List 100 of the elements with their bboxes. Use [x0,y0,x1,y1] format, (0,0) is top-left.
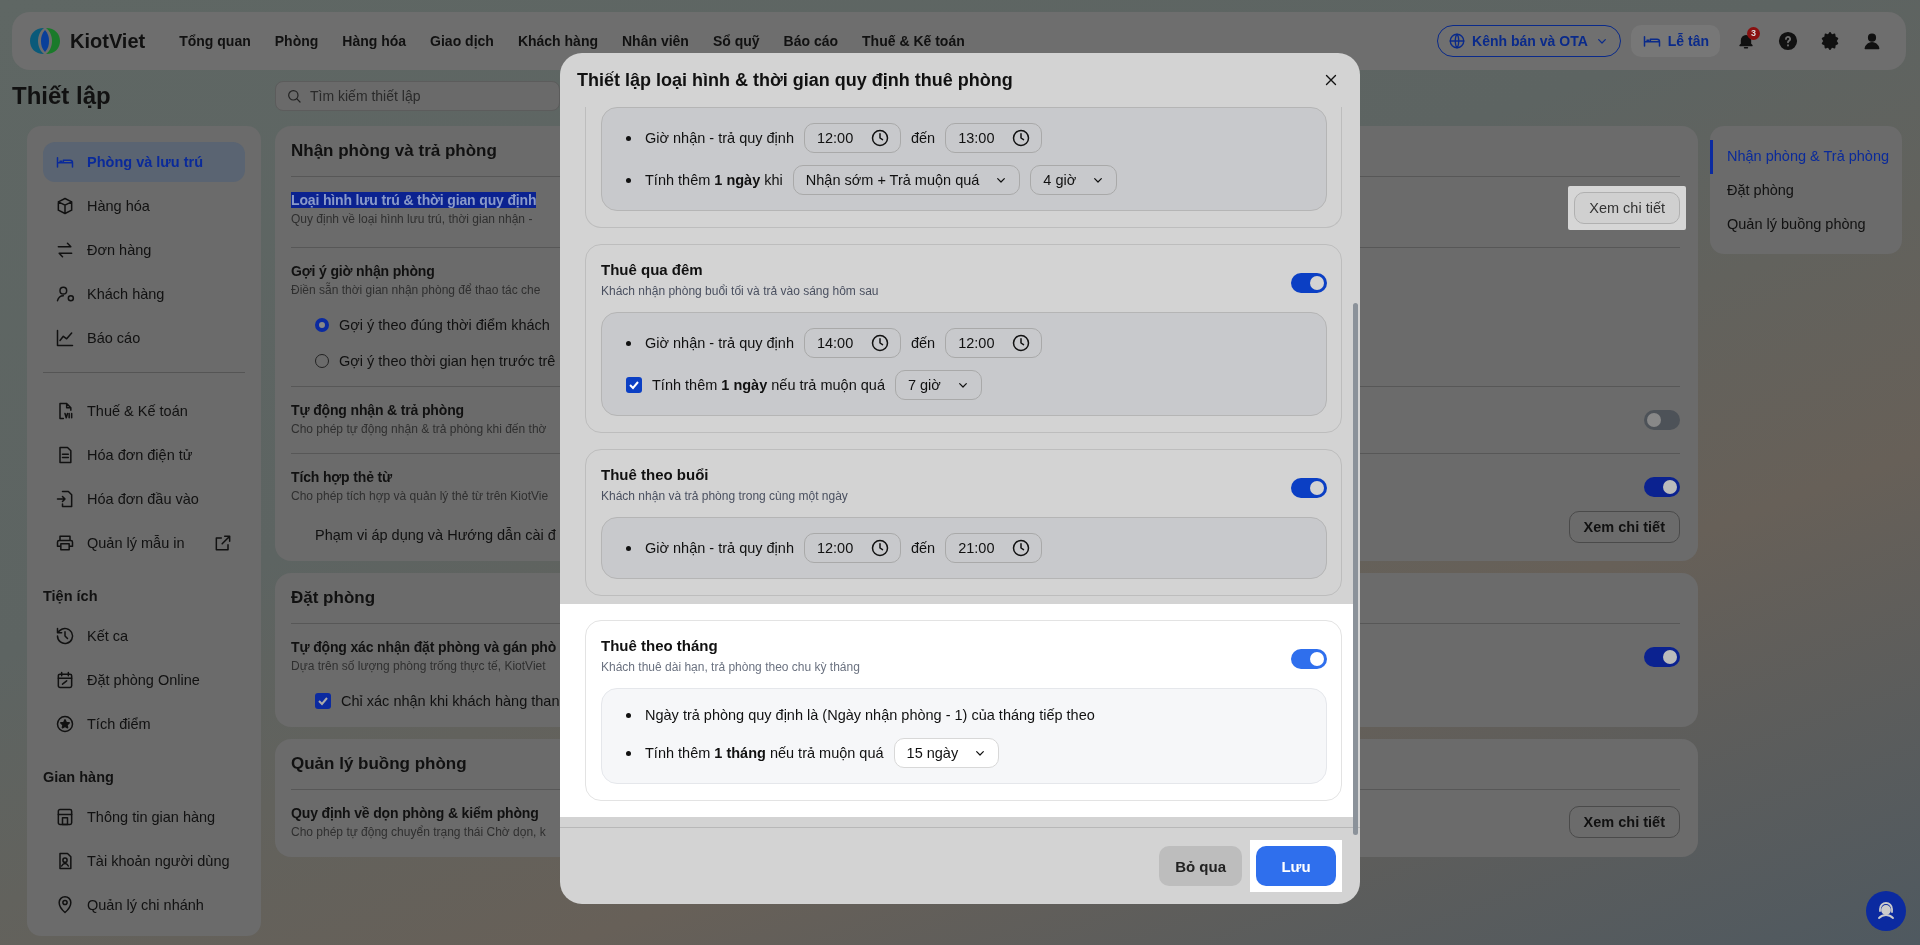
checkbox[interactable] [315,693,331,709]
clock-icon [1011,128,1032,148]
sidebar-item[interactable]: Tích điểm [43,704,245,744]
logo-icon [28,26,62,56]
import-icon [55,489,75,509]
sidebar-item[interactable]: Hóa đơn đầu vào [43,479,245,519]
save-button[interactable]: Lưu [1256,846,1336,886]
dropdown[interactable]: 7 giờ [894,370,982,400]
dropdown[interactable]: 4 giờ [1030,165,1118,195]
card-description: Khách nhận phòng buổi tối và trả vào sáng hôm sau [601,284,879,298]
help-icon[interactable] [1778,31,1798,51]
sidebar-item[interactable]: Tài khoản người dùng [43,841,245,881]
sidebar-item[interactable]: Hàng hóa [43,186,245,226]
card-title: Thuê theo buổi [601,466,710,483]
nav-link[interactable]: Khách hàng [517,33,598,49]
sidebar-item[interactable]: Đơn hàng [43,230,245,270]
time-field[interactable]: 13:00 [945,123,1043,153]
card-description: Khách thuê dài hạn, trả phòng theo chu kỳ tháng [601,660,860,674]
card-title: Thuê theo tháng [601,637,719,654]
search-box[interactable]: Tìm kiếm thiết lập [275,81,560,111]
sidebar-item[interactable]: Quản lý chi nhánh [43,885,245,925]
radio-button[interactable] [315,318,329,332]
user-icon[interactable] [1862,31,1882,51]
toggle-switch[interactable] [1644,410,1680,430]
channel-button[interactable]: Kênh bán và OTA [1437,25,1621,57]
scrollbar[interactable] [1353,303,1358,835]
chart-icon [55,328,75,348]
rule-label: Tính thêm 1 ngày nếu trả muộn quá [652,377,885,393]
nav-link[interactable]: Nhân viên [622,33,689,49]
view-details-button[interactable]: Xem chi tiết [1574,192,1680,224]
sidebar-item[interactable]: Quản lý mẫu in [43,523,245,563]
time-field[interactable]: 14:00 [803,328,901,358]
checkbox[interactable] [626,377,642,393]
bullet-icon [626,750,631,756]
nav-link[interactable]: Hàng hóa [342,33,407,49]
setting-title: Tự động nhận & trả phòng [291,402,464,418]
sidebar-item[interactable]: Thông tin gian hàng [43,797,245,837]
bullet-icon [626,545,631,551]
toggle-switch[interactable] [1644,477,1680,497]
radio-label: Gợi ý theo đúng thời điểm khách [339,317,550,333]
setting-description: Cho phép tích hợp và quản lý thẻ từ trên KiotVie [291,489,550,503]
setting-title: Tích hợp thẻ từ [291,469,393,485]
toggle-switch[interactable] [1644,647,1680,667]
bullet-icon [626,712,631,718]
clock-icon [869,333,890,353]
sidebar-item[interactable]: Khách hàng [43,274,245,314]
checkbox-label: Chỉ xác nhận khi khách hàng than [341,693,560,709]
sidebar-item[interactable]: Kết ca [43,616,245,656]
setting-title: Loại hình lưu trú & thời gian quy định [291,192,537,208]
bell-icon[interactable] [1737,32,1755,50]
box-icon [55,196,75,216]
sidebar-item[interactable]: Thuế & Kế toán [43,391,245,431]
clock-icon [869,538,890,558]
search-icon [286,88,302,104]
page-title: Thiết lập [12,82,112,110]
setting-title: Quy định về dọn phòng & kiểm phòng [291,805,539,821]
nav-link[interactable]: Sổ quỹ [712,33,760,49]
nav-link[interactable]: Giao dịch [430,33,494,49]
nav-link[interactable]: Tổng quan [179,33,251,49]
brand-name: KiotViet [70,29,146,53]
settings-icon[interactable] [1820,31,1840,51]
toggle-switch[interactable] [1291,273,1327,293]
printer-icon [55,533,75,553]
rule-label: Giờ nhận - trả quy định [645,130,794,146]
nav-link[interactable]: Báo cáo [783,33,839,49]
clock-icon [869,128,890,148]
toggle-switch[interactable] [1291,649,1327,669]
search-field[interactable]: Tìm kiếm thiết lập [308,87,549,105]
view-details-button[interactable]: Xem chi tiết [1568,806,1680,838]
time-field[interactable]: 21:00 [945,533,1043,563]
rule-label: đến [910,540,936,556]
sidebar-item[interactable]: Phòng và lưu trú [43,142,245,182]
view-details-button[interactable]: Xem chi tiết [1568,511,1680,543]
reception-button[interactable]: Lễ tân [1630,25,1720,57]
toggle-switch[interactable] [1291,478,1327,498]
toc-link[interactable]: Nhận phòng & Trả phòng [1710,140,1890,174]
sidebar-item[interactable]: Báo cáo [43,318,245,358]
sidebar-item[interactable]: Đặt phòng Online [43,660,245,700]
cancel-button[interactable]: Bỏ qua [1159,846,1242,886]
time-field[interactable]: 12:00 [803,123,901,153]
clock-icon [1011,538,1032,558]
nav-link[interactable]: Thuế & Kế toán [862,33,965,49]
person-icon [55,284,75,304]
time-field[interactable]: 12:00 [803,533,901,563]
rule-label: đến [910,335,936,351]
bullet-icon [626,135,631,141]
toc-link[interactable]: Quản lý buồng phòng [1710,208,1890,242]
nav-link[interactable]: Phòng [274,33,319,49]
card-description: Khách nhận và trả phòng trong cùng một ngày [601,489,848,503]
rule-label: Giờ nhận - trả quy định [645,540,794,556]
dropdown[interactable]: 15 ngày [893,738,1000,768]
sidebar-item[interactable]: Hóa đơn điện tử [43,435,245,475]
dropdown[interactable]: Nhận sớm + Trả muộn quá [792,165,1021,195]
toc-link[interactable]: Đặt phòng [1710,174,1890,208]
setting-description: Cho phép tự động nhận & trả phòng khi đến thờ [291,422,547,436]
radio-label: Gợi ý theo thời gian hẹn trước trê [339,353,556,369]
setting-note: Phạm vi áp dụng và Hướng dẫn cài đ [315,527,556,543]
time-field[interactable]: 12:00 [945,328,1043,358]
bullet-icon [626,340,631,346]
rule-label: Tính thêm 1 tháng nếu trả muộn quá [645,745,884,761]
